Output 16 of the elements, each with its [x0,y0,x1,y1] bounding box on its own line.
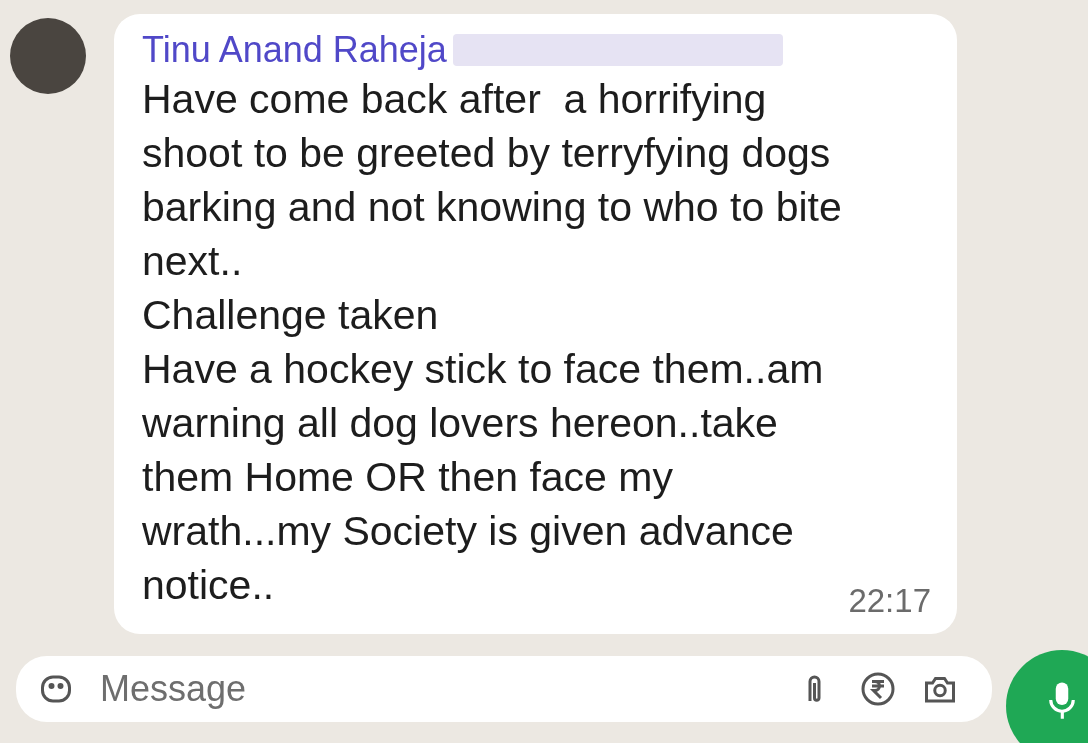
message-text: Challenge taken [142,291,439,340]
message-text: them Home OR then face my [142,453,673,502]
message-text: notice.. [142,561,275,610]
message-text: wrath...my Society is given advance [142,507,794,556]
message-text: barking and not knowing to who to bite [142,183,842,232]
rupee-icon[interactable] [860,671,896,707]
message-text: next.. [142,237,243,286]
message-input[interactable]: Message [100,666,772,712]
message-text: Have a hockey stick to face them..am [142,345,824,394]
message-text: shoot to be greeted by terryfying dogs [142,129,831,178]
message-text: Have come back after a horrifying [142,75,767,124]
microphone-icon [1047,680,1077,720]
message-text: warning all dog lovers hereon..take [142,399,778,448]
message-field[interactable]: Message [16,656,992,722]
message-time: 22:17 [848,582,931,620]
sender-name: Tinu Anand Raheja [142,28,447,72]
